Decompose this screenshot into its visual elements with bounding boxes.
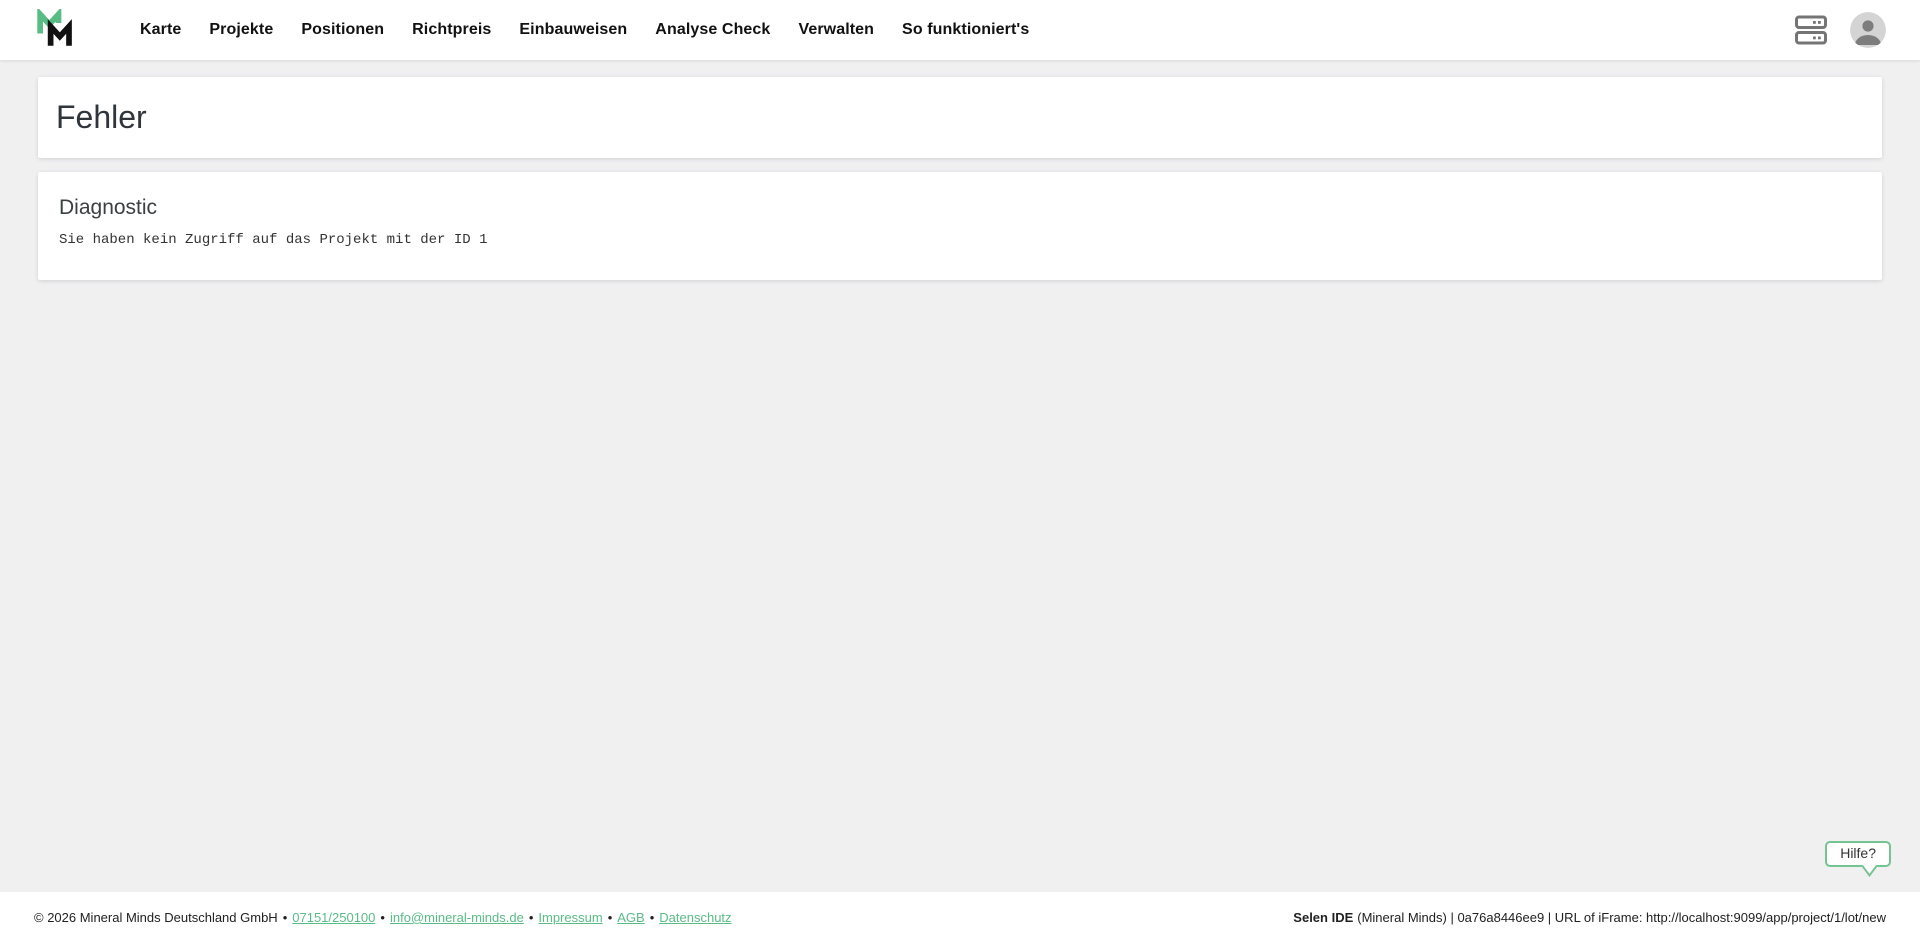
server-icon[interactable] [1794, 13, 1828, 47]
footer-separator: • [529, 910, 534, 925]
header-actions [1794, 12, 1886, 48]
footer-left: © 2026 Mineral Minds Deutschland GmbH • … [34, 910, 732, 925]
footer-separator: • [283, 910, 288, 925]
footer-separator: • [608, 910, 613, 925]
footer-debug-info: Selen IDE (Mineral Minds) | 0a76a8446ee9… [1293, 910, 1886, 925]
footer-link-impressum[interactable]: Impressum [538, 910, 602, 925]
footer-link-agb[interactable]: AGB [617, 910, 644, 925]
nav-item-karte[interactable]: Karte [126, 21, 195, 39]
footer-iframe-url: (Mineral Minds) | 0a76a8446ee9 | URL of … [1357, 910, 1886, 925]
nav-item-verwalten[interactable]: Verwalten [784, 21, 888, 39]
footer-separator: • [650, 910, 655, 925]
help-button[interactable]: Hilfe? [1825, 841, 1891, 867]
error-card: Fehler [38, 77, 1882, 158]
footer-copyright: © 2026 Mineral Minds Deutschland GmbH [34, 910, 278, 925]
nav-item-positionen[interactable]: Positionen [287, 21, 398, 39]
top-navigation-bar: Karte Projekte Positionen Richtpreis Ein… [0, 0, 1920, 60]
footer: © 2026 Mineral Minds Deutschland GmbH • … [0, 892, 1920, 943]
nav-item-so-funktionierts[interactable]: So funktioniert's [888, 21, 1043, 39]
mineral-minds-logo[interactable] [34, 9, 76, 51]
main-nav: Karte Projekte Positionen Richtpreis Ein… [126, 21, 1043, 39]
nav-item-einbauweisen[interactable]: Einbauweisen [505, 21, 641, 39]
user-avatar-icon[interactable] [1850, 12, 1886, 48]
diagnostic-message: Sie haben kein Zugriff auf das Projekt m… [59, 232, 1861, 248]
page-title: Fehler [56, 99, 147, 136]
nav-item-richtpreis[interactable]: Richtpreis [398, 21, 505, 39]
footer-app-name: Selen IDE [1293, 910, 1353, 925]
main-content: Fehler Diagnostic Sie haben kein Zugriff… [0, 60, 1920, 892]
diagnostic-card: Diagnostic Sie haben kein Zugriff auf da… [38, 172, 1882, 280]
diagnostic-title: Diagnostic [59, 196, 1861, 220]
nav-item-projekte[interactable]: Projekte [195, 21, 287, 39]
footer-separator: • [380, 910, 385, 925]
nav-item-analyse-check[interactable]: Analyse Check [641, 21, 784, 39]
footer-link-email[interactable]: info@mineral-minds.de [390, 910, 524, 925]
footer-link-phone[interactable]: 07151/250100 [292, 910, 375, 925]
footer-link-datenschutz[interactable]: Datenschutz [659, 910, 731, 925]
